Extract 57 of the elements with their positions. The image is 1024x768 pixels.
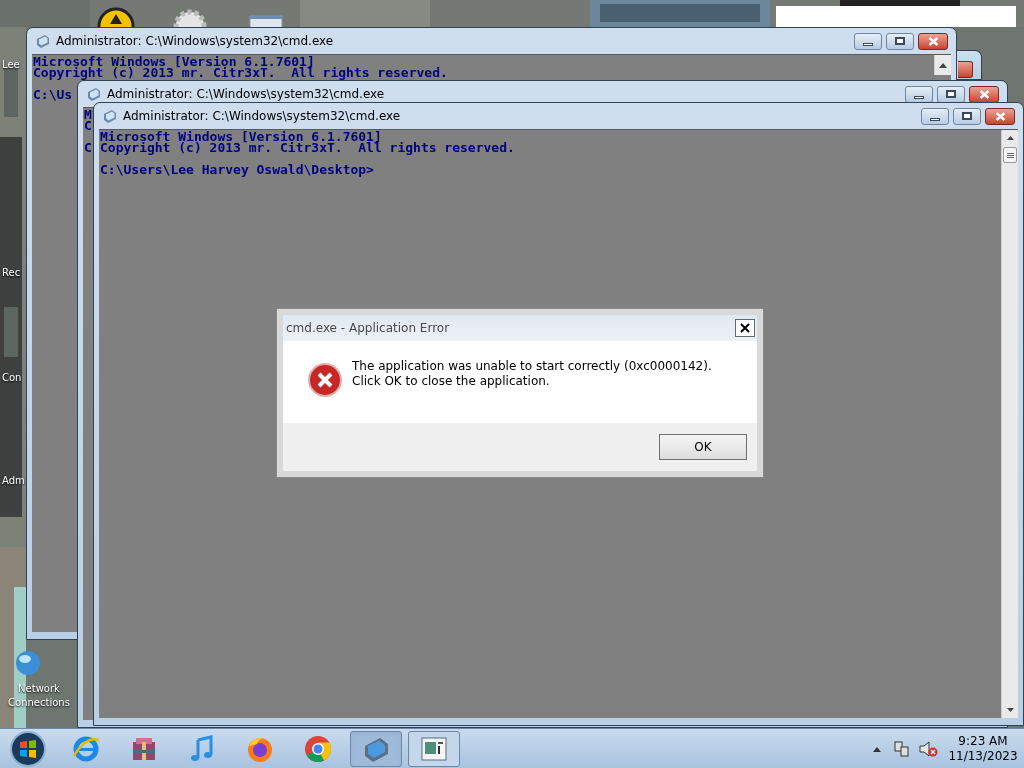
scroll-up-icon bbox=[939, 62, 947, 68]
console-prompt: C:\Users\Lee Harvey Oswald\Desktop> bbox=[100, 164, 374, 175]
minimize-button[interactable] bbox=[905, 85, 933, 103]
clock[interactable]: 9:23 AM 11/13/2023 bbox=[948, 733, 1018, 764]
minimize-icon bbox=[914, 95, 924, 99]
clock-time: 9:23 AM bbox=[958, 733, 1008, 749]
close-button[interactable] bbox=[918, 32, 948, 50]
close-icon bbox=[994, 111, 1006, 121]
minimize-button[interactable] bbox=[854, 32, 882, 50]
network-icon[interactable] bbox=[892, 739, 910, 758]
clock-date: 11/13/2023 bbox=[948, 748, 1018, 764]
console-prompt: C bbox=[84, 142, 92, 153]
minimize-icon bbox=[930, 117, 940, 121]
taskbar-button[interactable] bbox=[350, 730, 402, 767]
close-icon bbox=[978, 89, 990, 99]
error-message: The application was unable to start correctly (0xc0000142). Click OK to close the application. bbox=[352, 359, 713, 389]
volume-muted-icon[interactable] bbox=[918, 739, 938, 758]
console-line: Copyright (c) 2013 mr. Citr3xT. All rights reserved. bbox=[100, 142, 515, 153]
start-button[interactable] bbox=[8, 729, 48, 768]
desktop-icon-label[interactable]: Lee bbox=[2, 58, 20, 71]
maximize-icon bbox=[895, 37, 905, 45]
ok-button[interactable]: OK bbox=[659, 434, 747, 460]
scroll-up-button[interactable] bbox=[934, 55, 951, 75]
globe-icon bbox=[15, 650, 41, 676]
maximize-button[interactable] bbox=[953, 107, 981, 125]
desktop-icon-label[interactable]: Rec bbox=[2, 266, 21, 279]
console-icon bbox=[102, 108, 118, 124]
console-line: M bbox=[84, 109, 92, 120]
close-icon bbox=[927, 36, 939, 46]
maximize-icon bbox=[946, 90, 956, 98]
desktop-icon-label[interactable]: Adm bbox=[2, 474, 25, 487]
taskbar-button[interactable] bbox=[408, 730, 460, 767]
console-icon bbox=[86, 86, 102, 102]
desktop-icon-label[interactable]: Con bbox=[2, 371, 22, 384]
dialog-title: cmd.exe - Application Error bbox=[286, 320, 450, 337]
maximize-icon bbox=[962, 112, 972, 120]
scrollbar-thumb[interactable] bbox=[1003, 147, 1017, 163]
console-icon bbox=[35, 33, 51, 49]
close-button[interactable] bbox=[969, 85, 999, 103]
scrollbar[interactable] bbox=[1001, 130, 1018, 718]
console-prompt: C:\Us bbox=[33, 89, 73, 100]
close-button[interactable] bbox=[985, 107, 1015, 125]
close-icon bbox=[740, 323, 750, 333]
console-line: Microsoft Windows [Version 6.1.7601] bbox=[100, 131, 382, 142]
maximize-button[interactable] bbox=[937, 85, 965, 103]
minimize-icon bbox=[863, 42, 873, 46]
chrome-icon bbox=[303, 733, 333, 764]
minimize-button[interactable] bbox=[921, 107, 949, 125]
window-title: Administrator: C:\Windows\system32\cmd.exe bbox=[123, 108, 401, 125]
console-line: C bbox=[84, 120, 92, 131]
maximize-button[interactable] bbox=[886, 32, 914, 50]
close-button[interactable] bbox=[735, 319, 755, 337]
window-title: Administrator: C:\Windows\system32\cmd.exe bbox=[107, 86, 385, 103]
error-icon bbox=[308, 363, 342, 397]
window-title: Administrator: C:\Windows\system32\cmd.exe bbox=[56, 33, 334, 50]
console-line: Copyright (c) 2013 mr. Citr3xT. All rights reserved. bbox=[33, 67, 448, 78]
console-line: Microsoft Windows [Version 6.1.7601] bbox=[33, 56, 315, 67]
